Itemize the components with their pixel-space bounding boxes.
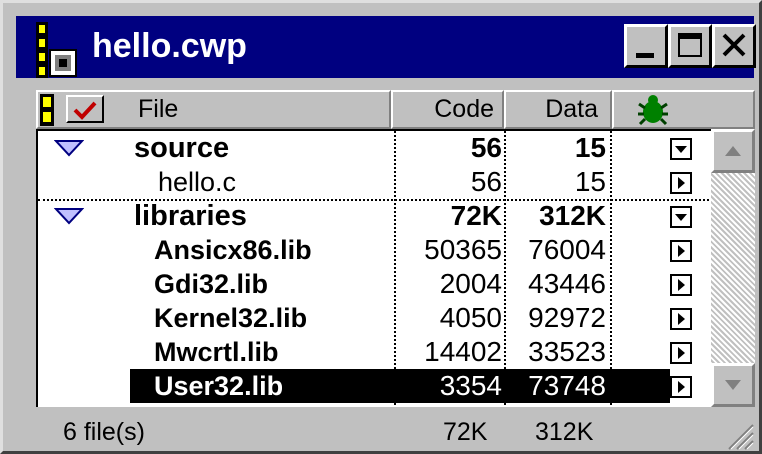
- yellow-marker-icon: [40, 94, 54, 126]
- column-debug[interactable]: [612, 90, 755, 129]
- code-size: 50365: [424, 234, 502, 265]
- project-file-icon: [36, 22, 77, 78]
- minimize-button[interactable]: [624, 24, 668, 68]
- scroll-down-button[interactable]: [711, 363, 755, 407]
- menu-down-icon: [675, 146, 687, 153]
- column-divider: [610, 131, 612, 407]
- menu-right-button[interactable]: [670, 172, 692, 194]
- code-size: 72K: [450, 200, 502, 231]
- data-size: 15: [574, 132, 606, 163]
- triangle-down-icon[interactable]: [54, 139, 84, 157]
- code-total: 72K: [443, 418, 488, 446]
- header-data-label: Data: [545, 95, 598, 123]
- menu-right-button[interactable]: [670, 274, 692, 296]
- scroll-up-button[interactable]: [711, 129, 755, 173]
- checkmark-icon: [73, 101, 97, 120]
- header-code-label: Code: [434, 95, 494, 123]
- menu-down-icon: [675, 214, 687, 221]
- data-size: 15: [574, 166, 606, 197]
- data-size: 312K: [539, 200, 606, 231]
- menu-right-button[interactable]: [670, 342, 692, 364]
- close-button[interactable]: [712, 24, 756, 68]
- close-icon: [722, 33, 746, 57]
- maximize-button[interactable]: [668, 24, 712, 68]
- column-code[interactable]: Code: [391, 90, 504, 129]
- code-size: 2004: [439, 268, 502, 299]
- file-name: Gdi32.lib: [154, 269, 269, 299]
- data-size: 92972: [528, 302, 606, 333]
- column-data[interactable]: Data: [504, 90, 612, 129]
- code-size: 4050: [439, 302, 502, 333]
- resize-grip-icon[interactable]: [725, 421, 755, 451]
- data-size: 33523: [528, 336, 606, 367]
- menu-right-icon: [678, 347, 685, 359]
- column-header: File Code Data: [36, 90, 755, 129]
- title-bar[interactable]: hello.cwp: [16, 16, 756, 78]
- data-total: 312K: [535, 418, 594, 446]
- vertical-scrollbar[interactable]: [711, 129, 755, 407]
- menu-right-button[interactable]: [670, 240, 692, 262]
- menu-right-button[interactable]: [670, 376, 692, 398]
- code-size: 3354: [439, 370, 502, 401]
- select-all-checkbox[interactable]: [66, 95, 104, 123]
- menu-right-icon: [678, 279, 685, 291]
- data-size: 76004: [528, 234, 606, 265]
- code-size: 56: [470, 166, 502, 197]
- column-file[interactable]: File: [36, 90, 391, 129]
- file-name: Ansicx86.lib: [154, 235, 312, 265]
- menu-down-button[interactable]: [670, 206, 692, 228]
- file-name: Kernel32.lib: [154, 303, 308, 333]
- code-size: 14402: [424, 336, 502, 367]
- project-window: hello.cwp File Code Data source 56 15 he…: [0, 0, 762, 454]
- data-size: 43446: [528, 268, 606, 299]
- column-divider: [504, 131, 506, 407]
- menu-right-icon: [678, 381, 685, 393]
- file-name: hello.c: [158, 167, 237, 197]
- menu-right-icon: [678, 245, 685, 257]
- bug-icon: [638, 95, 668, 126]
- file-name: User32.lib: [154, 371, 284, 401]
- header-file-label: File: [138, 95, 179, 123]
- arrow-up-icon: [725, 146, 741, 156]
- maximize-icon: [678, 33, 702, 57]
- code-size: 56: [470, 132, 502, 163]
- window-title: hello.cwp: [92, 27, 247, 65]
- group-name: libraries: [134, 200, 247, 232]
- triangle-down-icon[interactable]: [54, 207, 84, 225]
- menu-right-icon: [678, 313, 685, 325]
- arrow-down-icon: [725, 380, 741, 390]
- group-name: source: [134, 132, 230, 164]
- column-divider: [394, 131, 396, 407]
- data-size: 73748: [528, 370, 606, 401]
- file-count: 6 file(s): [63, 418, 145, 446]
- menu-right-icon: [678, 177, 685, 189]
- minimize-icon: [636, 53, 654, 58]
- file-name: Mwcrtl.lib: [154, 337, 279, 367]
- menu-right-button[interactable]: [670, 308, 692, 330]
- menu-down-button[interactable]: [670, 138, 692, 160]
- file-list: source 56 15 hello.c 56 15 libraries 72K…: [36, 129, 711, 407]
